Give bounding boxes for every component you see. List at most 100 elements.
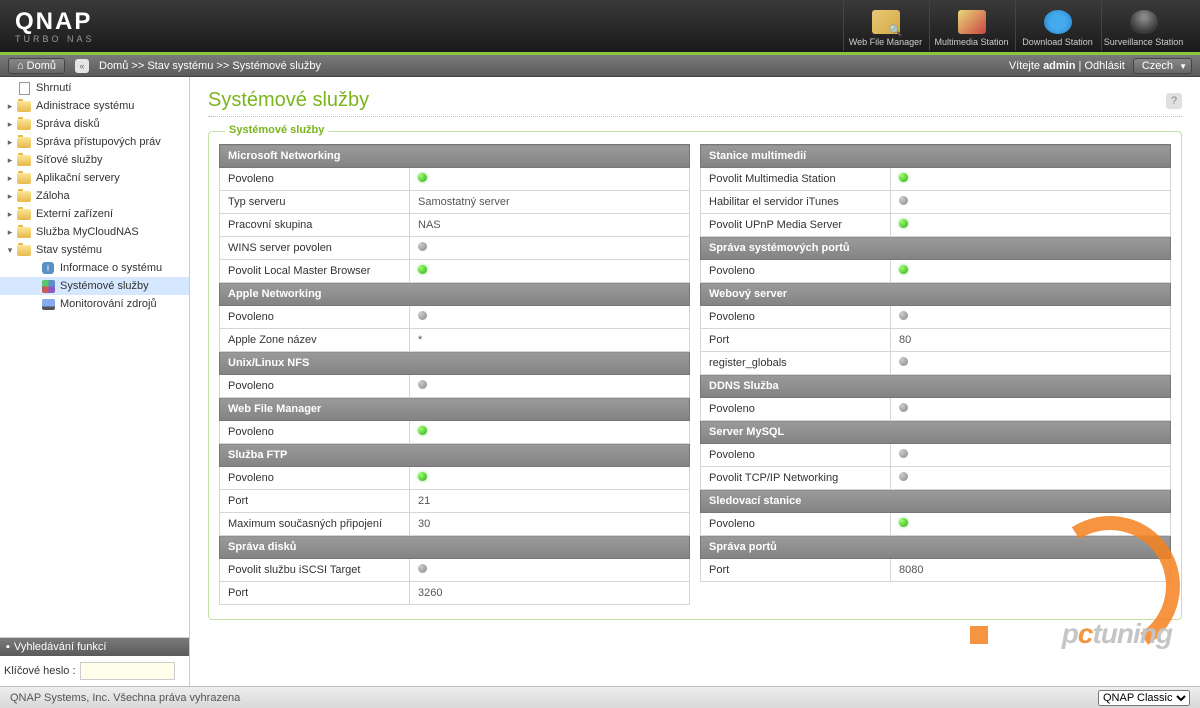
theme-selector[interactable]: QNAP Classic — [1098, 690, 1190, 706]
row-label: Povoleno — [701, 398, 891, 421]
row-value: * — [410, 329, 690, 352]
status-dot-gray — [418, 380, 427, 389]
row-value: 21 — [410, 490, 690, 513]
row-label: Apple Zone název — [220, 329, 410, 352]
row-value — [410, 467, 690, 490]
section-header: Správa disků — [220, 536, 690, 559]
section-header: Služba FTP — [220, 444, 690, 467]
tree-item[interactable]: ▸ Služba MyCloudNAS — [0, 223, 189, 241]
tree-item[interactable]: ▸Záloha — [0, 187, 189, 205]
language-selector[interactable]: Czech — [1133, 58, 1192, 74]
row-value: NAS — [410, 214, 690, 237]
status-dot-gray — [899, 472, 908, 481]
section-header: Unix/Linux NFS — [220, 352, 690, 375]
section-header: Webový server — [701, 283, 1171, 306]
status-dot-gray — [418, 564, 427, 573]
tree-toggle-icon[interactable]: ▸ — [4, 191, 16, 202]
sidebar-collapse-button[interactable]: « — [75, 59, 89, 73]
row-value: 3260 — [410, 582, 690, 605]
app-header: QNAP TURBO NAS Web File ManagerMultimedi… — [0, 0, 1200, 55]
section-header: Správa portů — [701, 536, 1171, 559]
app-label: Surveillance Station — [1104, 37, 1184, 47]
row-label: Port — [701, 329, 891, 352]
tree-label: Služba MyCloudNAS — [36, 226, 139, 238]
tree-toggle-icon[interactable]: ▸ — [4, 101, 16, 112]
row-label: Port — [701, 559, 891, 582]
tree-toggle-icon[interactable]: ▸ — [4, 137, 16, 148]
tree-label: Shrnutí — [36, 82, 71, 94]
tree-toggle-icon[interactable]: ▸ — [4, 227, 16, 238]
page-title: Systémové služby — [208, 89, 369, 112]
row-value: 80 — [891, 329, 1171, 352]
row-label: Povoleno — [701, 513, 891, 536]
row-value — [891, 168, 1171, 191]
row-value — [891, 467, 1171, 490]
tree-label: Správa disků — [36, 118, 100, 130]
file-icon — [872, 10, 900, 34]
row-label: Pracovní skupina — [220, 214, 410, 237]
tree-toggle-icon[interactable]: ▸ — [4, 209, 16, 220]
app-label: Download Station — [1022, 37, 1093, 47]
row-value — [891, 352, 1171, 375]
tree-toggle-icon[interactable]: ▸ — [4, 173, 16, 184]
tree-item[interactable]: ▸Externí zařízení — [0, 205, 189, 223]
search-label: Klíčové heslo : — [4, 665, 76, 677]
app-download-button[interactable]: Download Station — [1015, 1, 1099, 51]
tree-item[interactable]: iInformace o systému — [0, 259, 189, 277]
tree-item[interactable]: Systémové služby — [0, 277, 189, 295]
row-value — [410, 237, 690, 260]
tree-item[interactable]: ▸ Adinistrace systému — [0, 97, 189, 115]
breadcrumb-home-button[interactable]: ⌂ Domů — [8, 58, 65, 74]
app-surveillance-button[interactable]: Surveillance Station — [1101, 1, 1185, 51]
home-icon: ⌂ — [17, 60, 24, 72]
app-multimedia-button[interactable]: Multimedia Station — [929, 1, 1013, 51]
tree-toggle-icon[interactable]: ▸ — [4, 119, 16, 130]
section-header: Microsoft Networking — [220, 145, 690, 168]
tree-item[interactable]: ▾ Stav systému — [0, 241, 189, 259]
tree-item[interactable]: ▸ Síťové služby — [0, 151, 189, 169]
tree-label: Stav systému — [36, 244, 102, 256]
tree-label: Síťové služby — [36, 154, 103, 166]
section-header: DDNS Služba — [701, 375, 1171, 398]
search-panel: ▪ Vyhledávání funkcí Klíčové heslo : — [0, 637, 189, 686]
section-header: Web File Manager — [220, 398, 690, 421]
section-header: Stanice multimedií — [701, 145, 1171, 168]
breadcrumb-link[interactable]: Stav systému — [147, 60, 213, 72]
status-dot-green — [418, 265, 427, 274]
fieldset-legend: Systémové služby — [225, 124, 328, 136]
help-icon[interactable]: ? — [1166, 93, 1182, 109]
tree-item[interactable]: Monitorování zdrojů — [0, 295, 189, 313]
tree-item[interactable]: Shrnutí — [0, 79, 189, 97]
breadcrumb-link[interactable]: Domů — [99, 60, 128, 72]
section-header: Apple Networking — [220, 283, 690, 306]
row-label: Habilitar el servidor iTunes — [701, 191, 891, 214]
app-file-button[interactable]: Web File Manager — [843, 1, 927, 51]
collapse-icon[interactable]: ▪ — [6, 641, 10, 653]
row-label: Povoleno — [701, 306, 891, 329]
row-label: Povolit Multimedia Station — [701, 168, 891, 191]
section-header: Server MySQL — [701, 421, 1171, 444]
surveillance-icon — [1130, 10, 1158, 34]
row-value — [410, 375, 690, 398]
row-value — [410, 306, 690, 329]
row-label: WINS server povolen — [220, 237, 410, 260]
tree-toggle-icon[interactable]: ▾ — [4, 245, 16, 256]
tree-label: Adinistrace systému — [36, 100, 134, 112]
services-table-left: Microsoft NetworkingPovolenoTyp serveruS… — [219, 144, 690, 605]
row-label: Povoleno — [220, 306, 410, 329]
tree-item[interactable]: ▸Aplikační servery — [0, 169, 189, 187]
row-value — [891, 513, 1171, 536]
download-icon — [1044, 10, 1072, 34]
row-value — [410, 421, 690, 444]
tree-item[interactable]: ▸ Správa disků — [0, 115, 189, 133]
breadcrumb-link[interactable]: Systémové služby — [232, 60, 321, 72]
row-label: Povoleno — [220, 375, 410, 398]
logout-link[interactable]: Odhlásit — [1084, 60, 1124, 72]
services-fieldset: Systémové služby Microsoft NetworkingPov… — [208, 131, 1182, 620]
status-dot-green — [418, 426, 427, 435]
tree-toggle-icon[interactable]: ▸ — [4, 155, 16, 166]
tree-item[interactable]: ▸ Správa přístupových práv — [0, 133, 189, 151]
breadcrumb-bar: ⌂ Domů « Domů >> Stav systému >> Systémo… — [0, 55, 1200, 77]
search-input[interactable] — [80, 662, 175, 680]
tree-label: Správa přístupových práv — [36, 136, 161, 148]
